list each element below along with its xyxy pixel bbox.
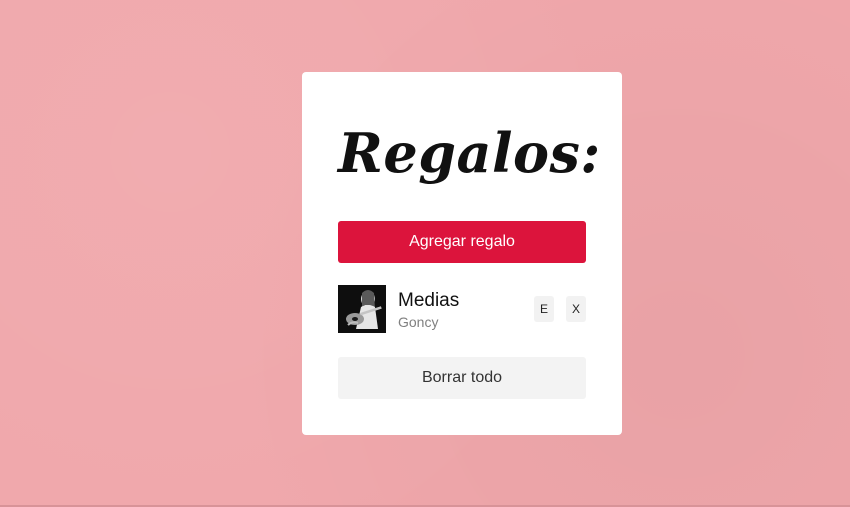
edit-gift-button[interactable]: E [534,296,554,322]
page-title: Regalos: [338,121,601,185]
clear-all-button[interactable]: Borrar todo [338,357,586,399]
gift-name: Medias [398,290,460,311]
gifts-card: Regalos: Agregar regalo Medias Goncy E X… [302,72,622,435]
guitarist-photo-icon [338,285,386,333]
gift-thumbnail [338,285,386,333]
delete-gift-button[interactable]: X [566,296,586,322]
gift-recipient: Goncy [398,314,439,330]
add-gift-button[interactable]: Agregar regalo [338,221,586,263]
gift-list-item: Medias Goncy E X [338,284,586,334]
